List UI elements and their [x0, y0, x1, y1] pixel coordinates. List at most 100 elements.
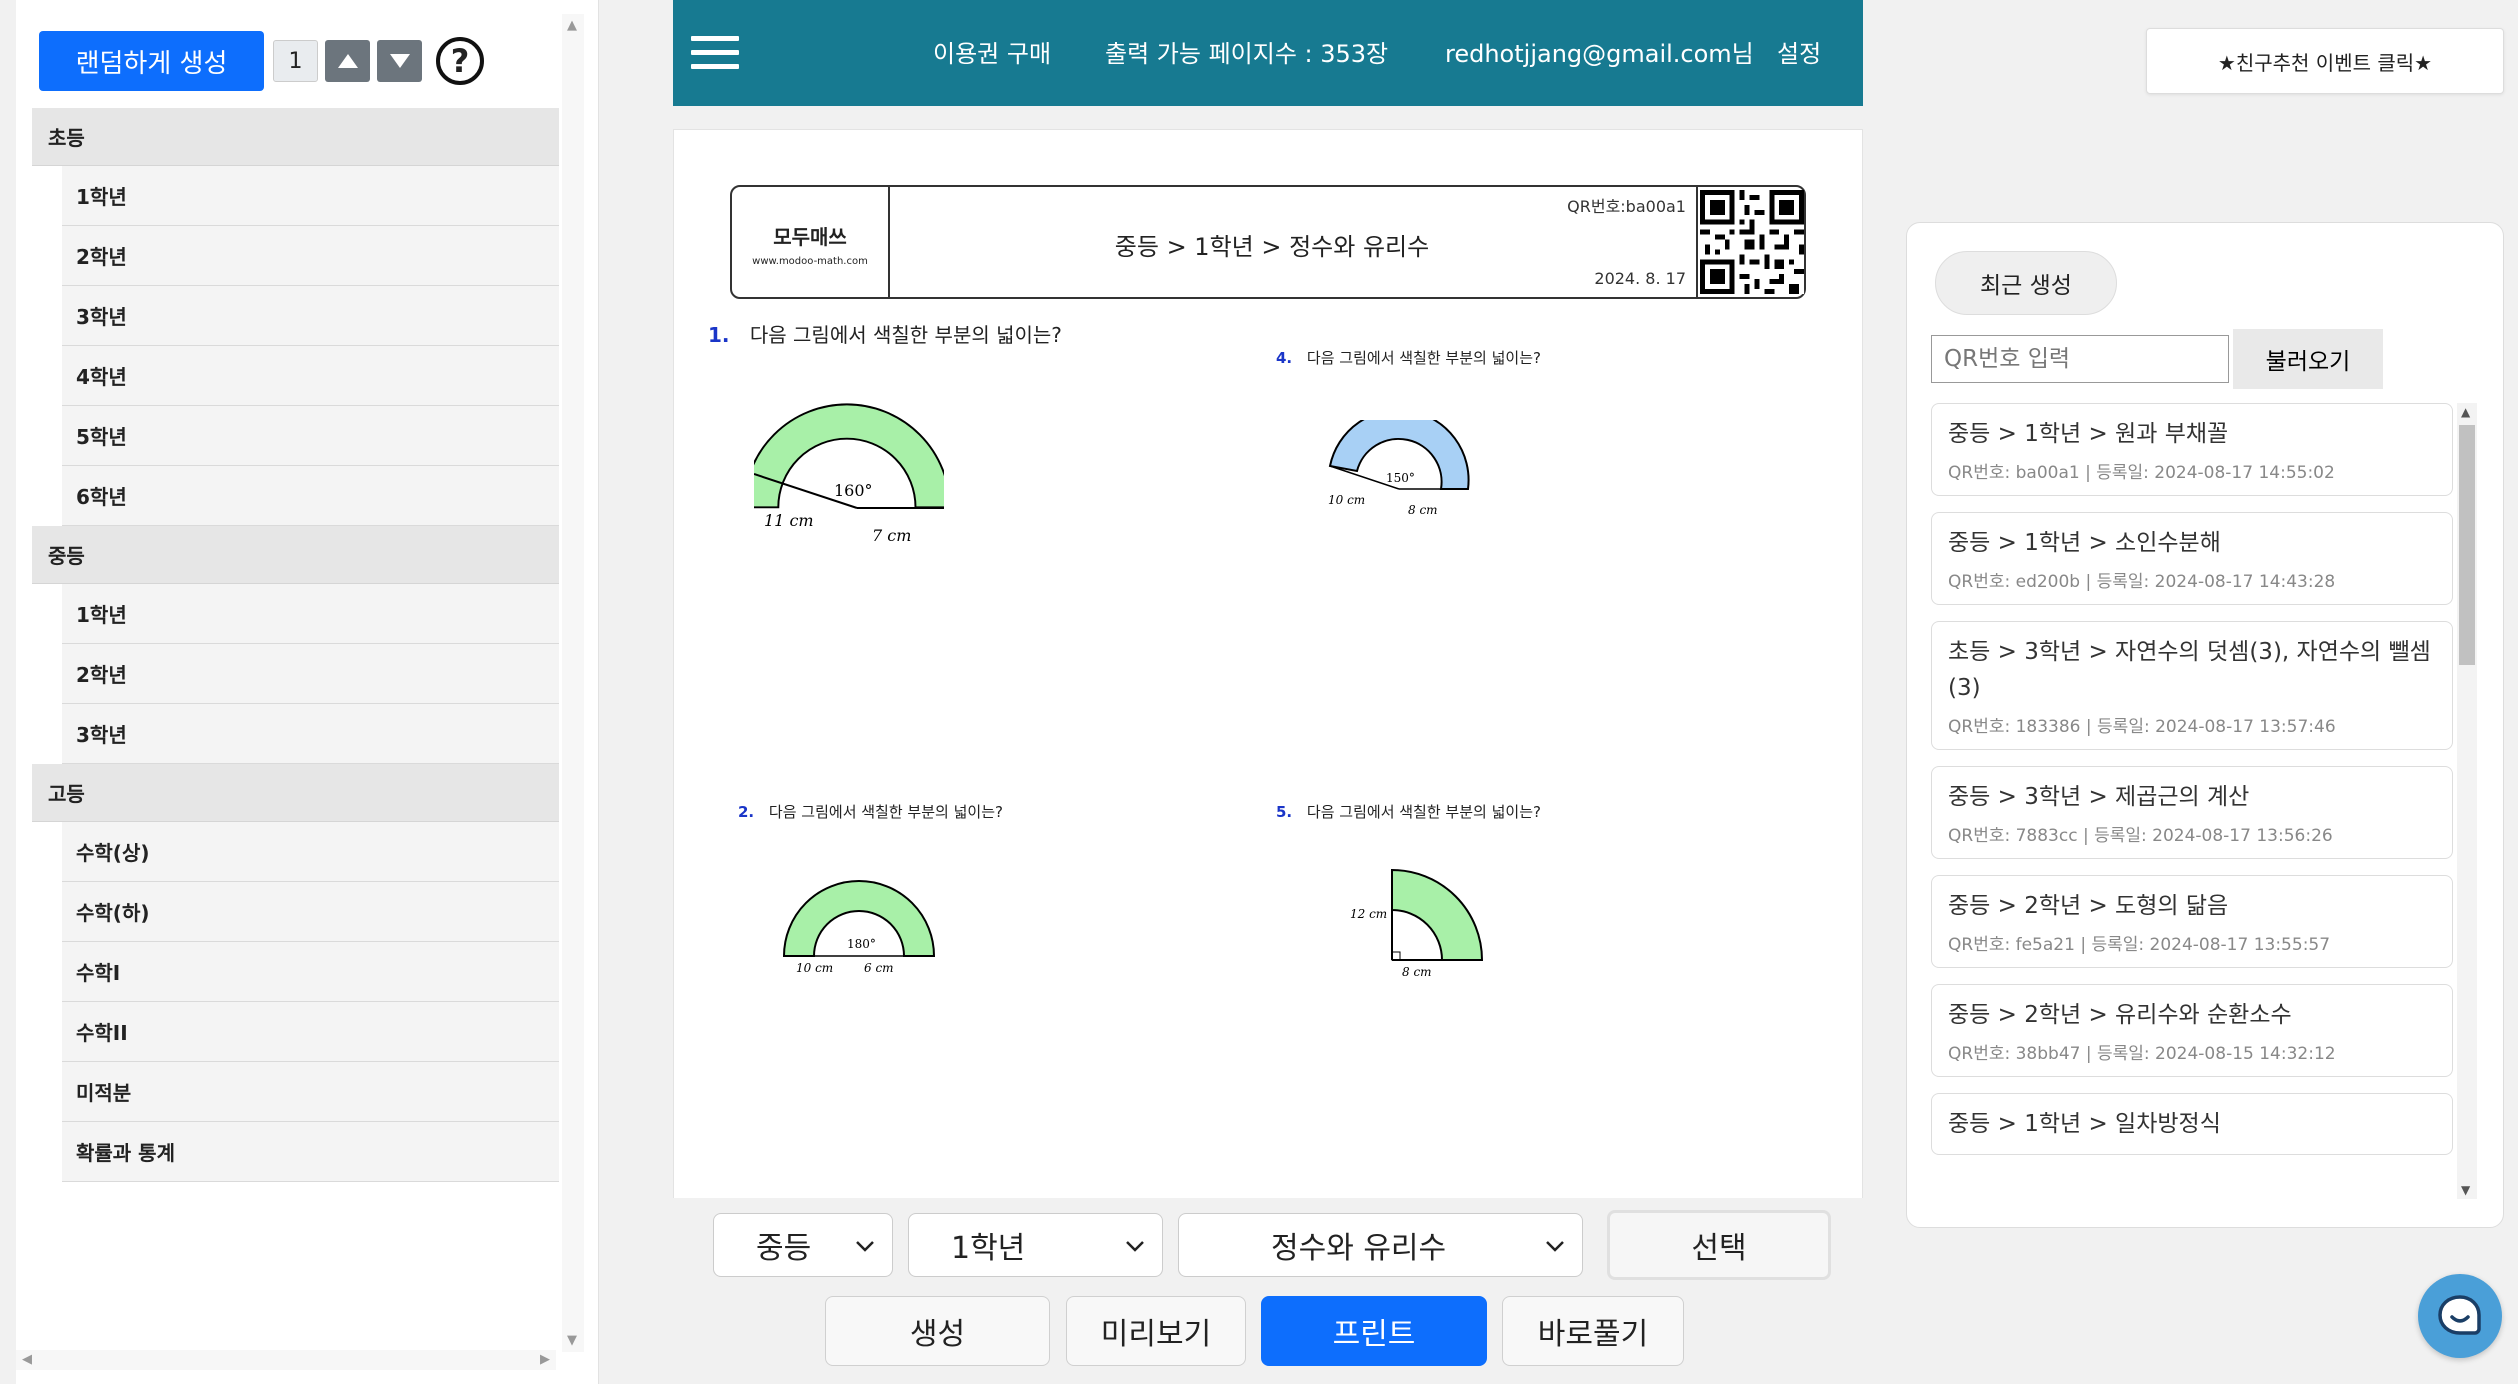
- generate-button[interactable]: 생성: [825, 1296, 1050, 1366]
- category-sidebar: 랜덤하게 생성 1 ? 초등 1학년 2학년 3학년 4학년 5학년 6학년 중…: [16, 0, 599, 1384]
- chat-support-button[interactable]: [2418, 1274, 2502, 1358]
- question-5: 5. 다음 그림에서 색칠한 부분의 넓이는?: [1276, 801, 1541, 822]
- count-down-button[interactable]: [377, 40, 422, 82]
- scroll-left-arrow-icon[interactable]: ◀: [22, 1352, 32, 1367]
- solve-now-button[interactable]: 바로풀기: [1502, 1296, 1684, 1366]
- level-select[interactable]: 중등: [713, 1213, 893, 1277]
- random-generate-button[interactable]: 랜덤하게 생성: [39, 31, 264, 91]
- select-button[interactable]: 선택: [1607, 1210, 1831, 1280]
- annulus-figure-1: 160° 11 cm 7 cm: [754, 403, 944, 545]
- worksheet-date: 2024. 8. 17: [1594, 269, 1686, 288]
- category-item[interactable]: 수학(상): [62, 822, 559, 882]
- recent-item-meta: QR번호: ba00a1 | 등록일: 2024-08-17 14:55:02: [1948, 463, 2335, 483]
- scroll-down-arrow-icon[interactable]: ▼: [567, 1333, 577, 1348]
- category-item[interactable]: 확률과 통계: [62, 1122, 559, 1182]
- unit-select[interactable]: 정수와 유리수: [1178, 1213, 1583, 1277]
- recent-item[interactable]: 초등 > 3학년 > 자연수의 덧셈(3), 자연수의 뺄셈(3) QR번호: …: [1931, 621, 2453, 750]
- worksheet-controls: 중등 1학년 정수와 유리수 선택 생성 미리보기 프린트 바로풀기: [673, 1198, 1863, 1384]
- scroll-down-arrow-icon[interactable]: ▼: [2461, 1183, 2470, 1197]
- worksheet-header: 모두매쓰 www.modoo-math.com 중등 > 1학년 > 정수와 유…: [730, 185, 1806, 299]
- category-header-high[interactable]: 고등: [32, 764, 559, 822]
- chevron-down-icon: [1126, 1241, 1144, 1252]
- settings-link[interactable]: 설정: [1777, 34, 1821, 69]
- hamburger-menu-icon[interactable]: [691, 36, 739, 70]
- annulus-figure-2: 180° 10 cm 6 cm: [782, 880, 936, 975]
- scroll-up-arrow-icon[interactable]: ▲: [567, 18, 577, 33]
- recent-item-meta: QR번호: ed200b | 등록일: 2024-08-17 14:43:28: [1948, 572, 2336, 592]
- question-text: 다음 그림에서 색칠한 부분의 넓이는?: [1306, 803, 1541, 821]
- question-text: 다음 그림에서 색칠한 부분의 넓이는?: [749, 323, 1062, 347]
- category-item[interactable]: 2학년: [62, 226, 559, 286]
- qr-number-input[interactable]: [1931, 335, 2229, 383]
- category-item[interactable]: 미적분: [62, 1062, 559, 1122]
- question-number: 2.: [738, 803, 755, 821]
- logo: 모두매쓰 www.modoo-math.com: [732, 187, 890, 297]
- print-button[interactable]: 프린트: [1261, 1296, 1487, 1366]
- figure-radius-label: 8 cm: [1408, 503, 1438, 517]
- figure-angle-label: 180°: [847, 937, 876, 951]
- sidebar-vertical-scrollbar[interactable]: ▲ ▼: [562, 14, 584, 1352]
- help-icon[interactable]: ?: [436, 37, 484, 85]
- recent-item[interactable]: 중등 > 1학년 > 원과 부채꼴 QR번호: ba00a1 | 등록일: 20…: [1931, 403, 2453, 496]
- recent-item-title: 중등 > 3학년 > 제곱근의 계산: [1948, 784, 2250, 810]
- category-item[interactable]: 1학년: [62, 166, 559, 226]
- recent-item-meta: QR번호: 183386 | 등록일: 2024-08-17 13:57:46: [1948, 717, 2336, 737]
- purchase-link[interactable]: 이용권 구매: [933, 34, 1051, 69]
- logo-title: 모두매쓰: [773, 225, 847, 249]
- recent-item[interactable]: 중등 > 1학년 > 소인수분해 QR번호: ed200b | 등록일: 202…: [1931, 512, 2453, 605]
- printable-pages-text: 출력 가능 페이지수 : 353장: [1105, 40, 1389, 68]
- question-2: 2. 다음 그림에서 색칠한 부분의 넓이는?: [738, 801, 1003, 822]
- figure-radius-label: 10 cm: [1328, 493, 1365, 507]
- triangle-down-icon: [389, 54, 410, 68]
- recent-item-title: 중등 > 1학년 > 원과 부채꼴: [1948, 421, 2229, 447]
- sidebar-horizontal-scrollbar[interactable]: ◀ ▶: [16, 1350, 556, 1370]
- category-item[interactable]: 3학년: [62, 286, 559, 346]
- recent-list-scrollbar[interactable]: ▲ ▼: [2457, 403, 2477, 1199]
- question-number: 4.: [1276, 349, 1293, 367]
- worksheet-title: 중등 > 1학년 > 정수와 유리수: [1114, 233, 1430, 261]
- category-item[interactable]: 수학II: [62, 1002, 559, 1062]
- recent-item[interactable]: 중등 > 3학년 > 제곱근의 계산 QR번호: 7883cc | 등록일: 2…: [1931, 766, 2453, 859]
- figure-radius-label: 10 cm: [796, 961, 833, 975]
- question-4: 4. 다음 그림에서 색칠한 부분의 넓이는?: [1276, 347, 1541, 368]
- scroll-up-arrow-icon[interactable]: ▲: [2461, 405, 2470, 419]
- category-header-elementary[interactable]: 초등: [32, 108, 559, 166]
- figure-radius-label: 8 cm: [1402, 965, 1432, 979]
- category-header-middle[interactable]: 중등: [32, 526, 559, 584]
- scrollbar-thumb[interactable]: [2459, 425, 2475, 665]
- category-item[interactable]: 3학년: [62, 704, 559, 764]
- category-item[interactable]: 4학년: [62, 346, 559, 406]
- category-item[interactable]: 1학년: [62, 584, 559, 644]
- figure-radius-label: 7 cm: [872, 526, 911, 545]
- annulus-figure-4: 150° 10 cm 8 cm: [1328, 420, 1470, 517]
- scroll-right-arrow-icon[interactable]: ▶: [540, 1352, 550, 1367]
- preview-button[interactable]: 미리보기: [1066, 1296, 1246, 1366]
- referral-event-button[interactable]: ★친구추천 이벤트 클릭★: [2146, 28, 2504, 94]
- recent-list: 중등 > 1학년 > 원과 부채꼴 QR번호: ba00a1 | 등록일: 20…: [1931, 403, 2453, 1199]
- recent-item[interactable]: 중등 > 1학년 > 일차방정식: [1931, 1093, 2453, 1155]
- qr-number-label: QR번호:ba00a1: [1567, 197, 1686, 216]
- category-item[interactable]: 6학년: [62, 466, 559, 526]
- figure-angle-label: 150°: [1386, 471, 1415, 485]
- recent-generated-panel: 최근 생성 불러오기 중등 > 1학년 > 원과 부채꼴 QR번호: ba00a…: [1906, 222, 2504, 1228]
- category-item[interactable]: 2학년: [62, 644, 559, 704]
- level-select-value: 중등: [756, 1231, 812, 1266]
- category-item[interactable]: 수학I: [62, 942, 559, 1002]
- category-item[interactable]: 5학년: [62, 406, 559, 466]
- category-tree: 초등 1학년 2학년 3학년 4학년 5학년 6학년 중등 1학년 2학년 3학…: [32, 108, 559, 1182]
- chevron-down-icon: [856, 1241, 874, 1252]
- question-number: 1.: [708, 323, 730, 347]
- triangle-up-icon: [337, 54, 358, 68]
- figure-radius-label: 12 cm: [1350, 907, 1387, 921]
- recent-tab[interactable]: 최근 생성: [1935, 251, 2117, 315]
- recent-item[interactable]: 중등 > 2학년 > 유리수와 순환소수 QR번호: 38bb47 | 등록일:…: [1931, 984, 2453, 1077]
- user-account-link[interactable]: redhotjjang@gmail.com님: [1445, 34, 1754, 69]
- load-button[interactable]: 불러오기: [2233, 329, 2383, 389]
- recent-item[interactable]: 중등 > 2학년 > 도형의 닮음 QR번호: fe5a21 | 등록일: 20…: [1931, 875, 2453, 968]
- worksheet-preview: 모두매쓰 www.modoo-math.com 중등 > 1학년 > 정수와 유…: [673, 129, 1863, 1384]
- category-item[interactable]: 수학(하): [62, 882, 559, 942]
- recent-item-meta: QR번호: 38bb47 | 등록일: 2024-08-15 14:32:12: [1948, 1044, 2336, 1064]
- grade-select[interactable]: 1학년: [908, 1213, 1163, 1277]
- count-up-button[interactable]: [325, 40, 370, 82]
- count-input[interactable]: 1: [273, 40, 318, 82]
